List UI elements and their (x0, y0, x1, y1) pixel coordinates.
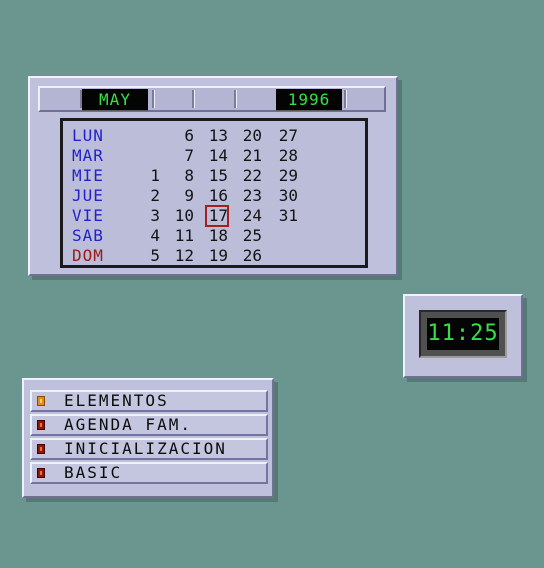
weekday-label: DOM (72, 246, 104, 265)
calendar-day[interactable]: 21 (240, 146, 262, 166)
calendar-row: LUN 6 13 20 27 (72, 126, 362, 146)
calendar-day[interactable]: 24 (240, 206, 262, 226)
calendar-day[interactable]: 13 (206, 126, 228, 146)
weekday-label: MIE (72, 166, 104, 185)
calendar-day[interactable]: 30 (276, 186, 298, 206)
calendar-day[interactable]: 2 (138, 186, 160, 206)
calendar-day[interactable]: 3 (138, 206, 160, 226)
menu-item-basic[interactable]: BASIC (30, 462, 268, 484)
calendar-day[interactable]: 12 (172, 246, 194, 266)
calendar-grid: LUN 6 13 20 27 MAR 7 14 21 28 MIE 1 8 15 22 29 JUE 2 9 16 23… (60, 118, 368, 268)
weekday-label: JUE (72, 186, 104, 205)
weekday-label: SAB (72, 226, 104, 245)
calendar-day[interactable]: 27 (276, 126, 298, 146)
calendar-day[interactable]: 28 (276, 146, 298, 166)
calendar-day[interactable]: 16 (206, 186, 228, 206)
year-display[interactable]: 1996 (276, 89, 342, 111)
header-divider (344, 90, 346, 108)
menu-item-label: ELEMENTOS (64, 391, 169, 410)
menu-item-elementos[interactable]: ELEMENTOS (30, 390, 268, 412)
weekday-label: LUN (72, 126, 104, 145)
menu-item-label: AGENDA FAM. (64, 415, 192, 434)
calendar-day[interactable]: 10 (172, 206, 194, 226)
clock-widget: 11:25 (403, 294, 523, 378)
calendar-row: SAB 4 11 18 25 (72, 226, 362, 246)
calendar-day[interactable]: 29 (276, 166, 298, 186)
clock-display: 11:25 (427, 318, 499, 350)
bullet-icon (37, 396, 45, 406)
calendar-day[interactable]: 19 (206, 246, 228, 266)
calendar-day[interactable]: 11 (172, 226, 194, 246)
month-display[interactable]: MAY (82, 89, 148, 111)
calendar-day[interactable]: 1 (138, 166, 160, 186)
calendar-window: MAY 1996 LUN 6 13 20 27 MAR 7 14 21 28 MIE 1 8 15 22 29… (28, 76, 398, 276)
calendar-header-bar: MAY 1996 (38, 86, 386, 112)
menu-item-inicializacion[interactable]: INICIALIZACION (30, 438, 268, 460)
calendar-day[interactable]: 14 (206, 146, 228, 166)
calendar-day[interactable]: 7 (172, 146, 194, 166)
calendar-day[interactable]: 22 (240, 166, 262, 186)
calendar-row: DOM 5 12 19 26 (72, 246, 362, 266)
weekday-label: VIE (72, 206, 104, 225)
calendar-day-today[interactable]: 17 (205, 205, 229, 227)
calendar-day[interactable]: 18 (206, 226, 228, 246)
calendar-row: MIE 1 8 15 22 29 (72, 166, 362, 186)
menu-item-label: BASIC (64, 463, 123, 482)
calendar-day[interactable]: 15 (206, 166, 228, 186)
calendar-day[interactable]: 8 (172, 166, 194, 186)
bullet-icon (37, 468, 45, 478)
calendar-day[interactable]: 25 (240, 226, 262, 246)
bullet-icon (37, 420, 45, 430)
header-divider (234, 90, 236, 108)
calendar-day[interactable]: 26 (240, 246, 262, 266)
calendar-day[interactable]: 5 (138, 246, 160, 266)
calendar-day[interactable]: 4 (138, 226, 160, 246)
calendar-row: JUE 2 9 16 23 30 (72, 186, 362, 206)
calendar-day[interactable]: 9 (172, 186, 194, 206)
calendar-day[interactable]: 20 (240, 126, 262, 146)
calendar-day[interactable]: 6 (172, 126, 194, 146)
main-menu: ELEMENTOS AGENDA FAM. INICIALIZACION BAS… (22, 378, 274, 498)
calendar-row: MAR 7 14 21 28 (72, 146, 362, 166)
weekday-label: MAR (72, 146, 104, 165)
menu-item-label: INICIALIZACION (64, 439, 227, 458)
calendar-day[interactable]: 23 (240, 186, 262, 206)
calendar-row: VIE 3 10 17 24 31 (72, 205, 362, 227)
header-divider (192, 90, 194, 108)
calendar-day[interactable]: 31 (276, 206, 298, 226)
header-divider (152, 90, 154, 108)
bullet-icon (37, 444, 45, 454)
clock-bezel: 11:25 (419, 310, 507, 358)
menu-item-agenda-fam[interactable]: AGENDA FAM. (30, 414, 268, 436)
